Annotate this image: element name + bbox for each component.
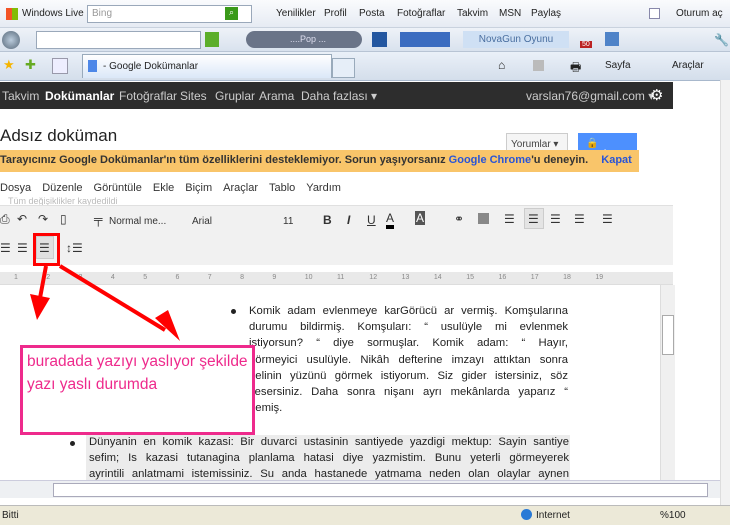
annotation-arrows	[30, 264, 180, 341]
arrow-down	[38, 265, 48, 299]
arrow-diagonal	[58, 264, 167, 332]
annotation-note: buradada yazıyı yaslıyor şekilde yazı ya…	[20, 345, 255, 435]
arrow-down-head	[30, 294, 50, 320]
